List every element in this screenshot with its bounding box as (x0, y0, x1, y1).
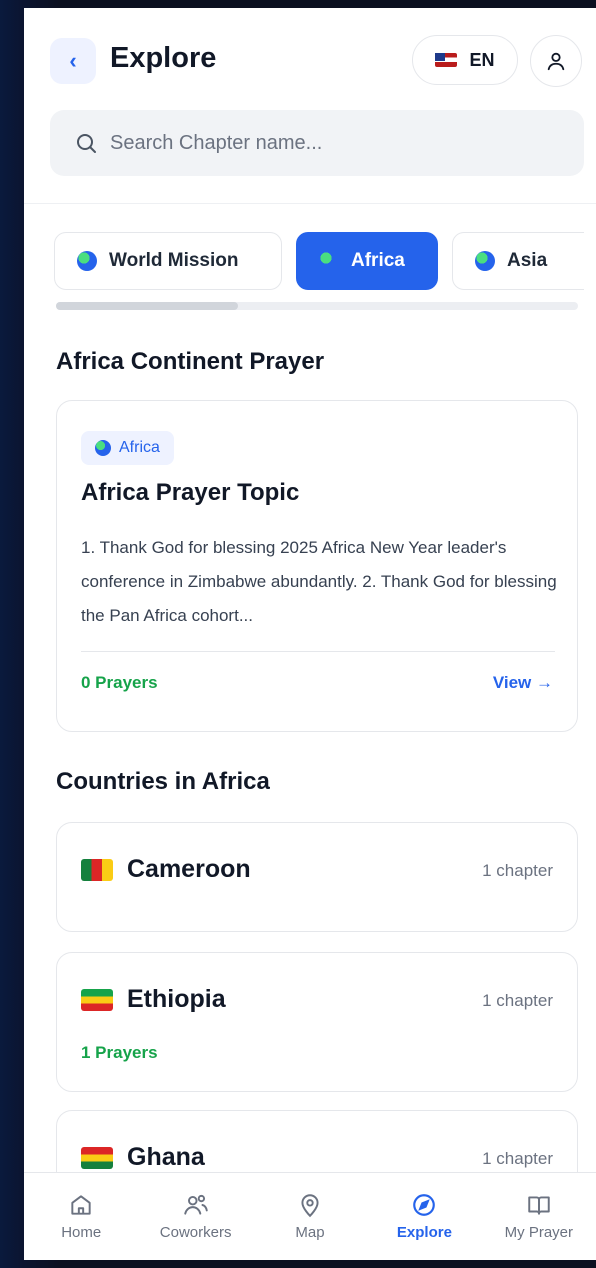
compass-icon (413, 1194, 436, 1216)
tabs-scrollbar-thumb[interactable] (56, 302, 238, 310)
cameroon-flag-icon (81, 858, 113, 881)
user-icon (547, 52, 565, 71)
search-input[interactable] (110, 131, 530, 155)
countries-heading: Countries in Africa (56, 768, 270, 795)
ghana-flag-icon (81, 1146, 113, 1169)
nav-my-prayer[interactable]: My Prayer (482, 1173, 596, 1260)
country-label: Cameroon (127, 855, 251, 883)
tabs-scrollbar[interactable] (56, 302, 578, 310)
prayer-count: 1 Prayers (81, 1043, 158, 1062)
region-badge-label: Africa (119, 439, 160, 456)
header: ‹ Explore EN (24, 8, 596, 204)
tab-world-mission[interactable]: World Mission (54, 232, 282, 290)
chevron-left-icon: ‹ (69, 48, 77, 73)
view-link[interactable]: View → (493, 673, 553, 693)
globe-icon (475, 251, 495, 271)
divider (81, 651, 555, 652)
country-name: Cameroon (81, 855, 251, 884)
region-badge: Africa (81, 431, 174, 465)
globe-icon (95, 440, 111, 456)
map-pin-icon (301, 1194, 319, 1218)
country-card-cameroon[interactable]: Cameroon 1 chapter (56, 822, 578, 932)
country-card-ethiopia[interactable]: Ethiopia 1 chapter 1 Prayers (56, 952, 578, 1092)
nav-coworkers[interactable]: Coworkers (138, 1173, 252, 1260)
country-label: Ethiopia (127, 985, 226, 1013)
nav-label: My Prayer (504, 1224, 573, 1241)
us-flag-icon (435, 53, 458, 67)
home-icon (71, 1195, 91, 1215)
prayer-topic-title: Africa Prayer Topic (81, 479, 300, 506)
chapter-count: 1 chapter (482, 991, 553, 1010)
nav-label: Coworkers (159, 1224, 232, 1241)
tab-africa[interactable]: Africa (296, 232, 438, 290)
chapter-count: 1 chapter (482, 861, 553, 880)
globe-icon (77, 251, 97, 271)
tab-label: World Mission (109, 250, 239, 271)
nav-explore[interactable]: Explore (367, 1173, 481, 1260)
chapter-count: 1 chapter (482, 1149, 553, 1168)
profile-button[interactable] (530, 35, 582, 87)
book-icon (528, 1196, 550, 1215)
search-icon (77, 134, 96, 153)
country-name: Ghana (81, 1143, 205, 1172)
bottom-navigation: Home Coworkers Map Explore My Prayer (24, 1172, 596, 1260)
tab-asia[interactable]: Asia (452, 232, 584, 290)
language-button[interactable]: EN (412, 35, 518, 85)
back-button[interactable]: ‹ (50, 38, 96, 84)
tab-label: Asia (507, 250, 548, 271)
language-label: EN (469, 49, 495, 70)
nav-label: Map (295, 1224, 325, 1241)
nav-label: Home (61, 1224, 102, 1241)
prayer-topic-card[interactable]: Africa Africa Prayer Topic 1. Thank God … (56, 400, 578, 732)
nav-map[interactable]: Map (253, 1173, 367, 1260)
prayer-count: 0 Prayers (81, 673, 158, 692)
nav-label: Explore (396, 1224, 452, 1241)
ethiopia-flag-icon (81, 988, 113, 1011)
app-screen: ‹ Explore EN World Mission Africa Asia (24, 8, 596, 1260)
continent-tabs: World Mission Africa Asia (54, 232, 584, 292)
prayer-topic-description: 1. Thank God for blessing 2025 Africa Ne… (81, 538, 557, 625)
country-label: Ghana (127, 1143, 205, 1171)
country-name: Ethiopia (81, 985, 226, 1014)
page-title: Explore (110, 42, 217, 74)
continent-prayer-heading: Africa Continent Prayer (56, 348, 325, 375)
nav-home[interactable]: Home (24, 1173, 138, 1260)
globe-icon (319, 251, 339, 271)
users-icon (183, 1194, 208, 1215)
tab-label: Africa (351, 250, 405, 271)
search-bar[interactable] (50, 110, 584, 176)
